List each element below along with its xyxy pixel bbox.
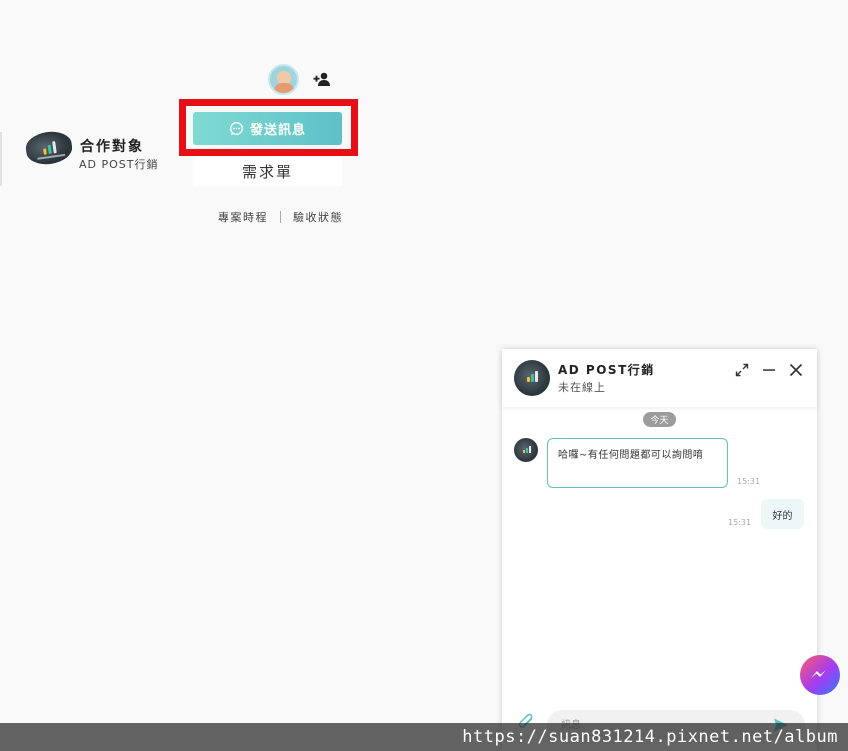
send-message-label: 發送訊息 — [249, 123, 306, 138]
link-acceptance-status[interactable]: 驗收狀態 — [293, 209, 343, 225]
chat-header: AD POST行銷 未在線上 — [502, 349, 817, 407]
partner-divider — [0, 132, 2, 186]
link-separator — [280, 211, 281, 223]
logo-bar — [47, 144, 52, 155]
minimize-icon[interactable] — [761, 362, 777, 378]
partner-company: AD POST行銷 — [79, 158, 159, 171]
logo-bar — [526, 448, 528, 453]
request-form-button[interactable]: 需求單 — [193, 157, 342, 186]
chat-bubble-icon — [230, 122, 243, 136]
avatar-body — [274, 83, 294, 93]
messenger-icon — [811, 670, 826, 678]
chat-contact-name: AD POST行銷 — [558, 363, 655, 377]
logo-wordmark — [37, 153, 66, 160]
message-time: 15:31 — [728, 518, 752, 527]
logo-bar — [43, 148, 47, 155]
outgoing-message: 好的 — [761, 499, 804, 529]
logo-bar — [52, 141, 57, 154]
date-separator: 今天 — [643, 412, 676, 427]
logo-bar — [535, 371, 538, 382]
message-time: 15:31 — [737, 477, 761, 486]
expand-icon[interactable] — [734, 362, 750, 378]
add-user-icon[interactable] — [313, 71, 333, 87]
chat-window: AD POST行銷 未在線上 今天 哈囉~有任何問題都可以詢問唷 15:31 好… — [502, 349, 817, 751]
incoming-message: 哈囉~有任何問題都可以詢問唷 — [547, 438, 728, 488]
messenger-button[interactable] — [800, 655, 840, 695]
chat-avatar — [514, 360, 550, 396]
logo-bar — [523, 450, 525, 453]
watermark-bar: https://suan831214.pixnet.net/album — [0, 723, 848, 751]
close-icon[interactable] — [788, 362, 804, 378]
link-project-schedule[interactable]: 專案時程 — [218, 209, 268, 225]
message-avatar — [514, 438, 538, 462]
watermark-text: https://suan831214.pixnet.net/album — [462, 727, 838, 747]
logo-bar — [531, 374, 534, 382]
logo-bar — [529, 446, 531, 453]
partner-title: 合作對象 — [80, 139, 144, 155]
user-avatar[interactable] — [268, 64, 299, 95]
partner-logo — [23, 128, 75, 168]
project-links: 專案時程 驗收狀態 — [218, 209, 343, 225]
chat-contact-status: 未在線上 — [558, 381, 606, 394]
logo-bar — [527, 377, 530, 382]
send-message-button[interactable]: 發送訊息 — [193, 112, 342, 145]
